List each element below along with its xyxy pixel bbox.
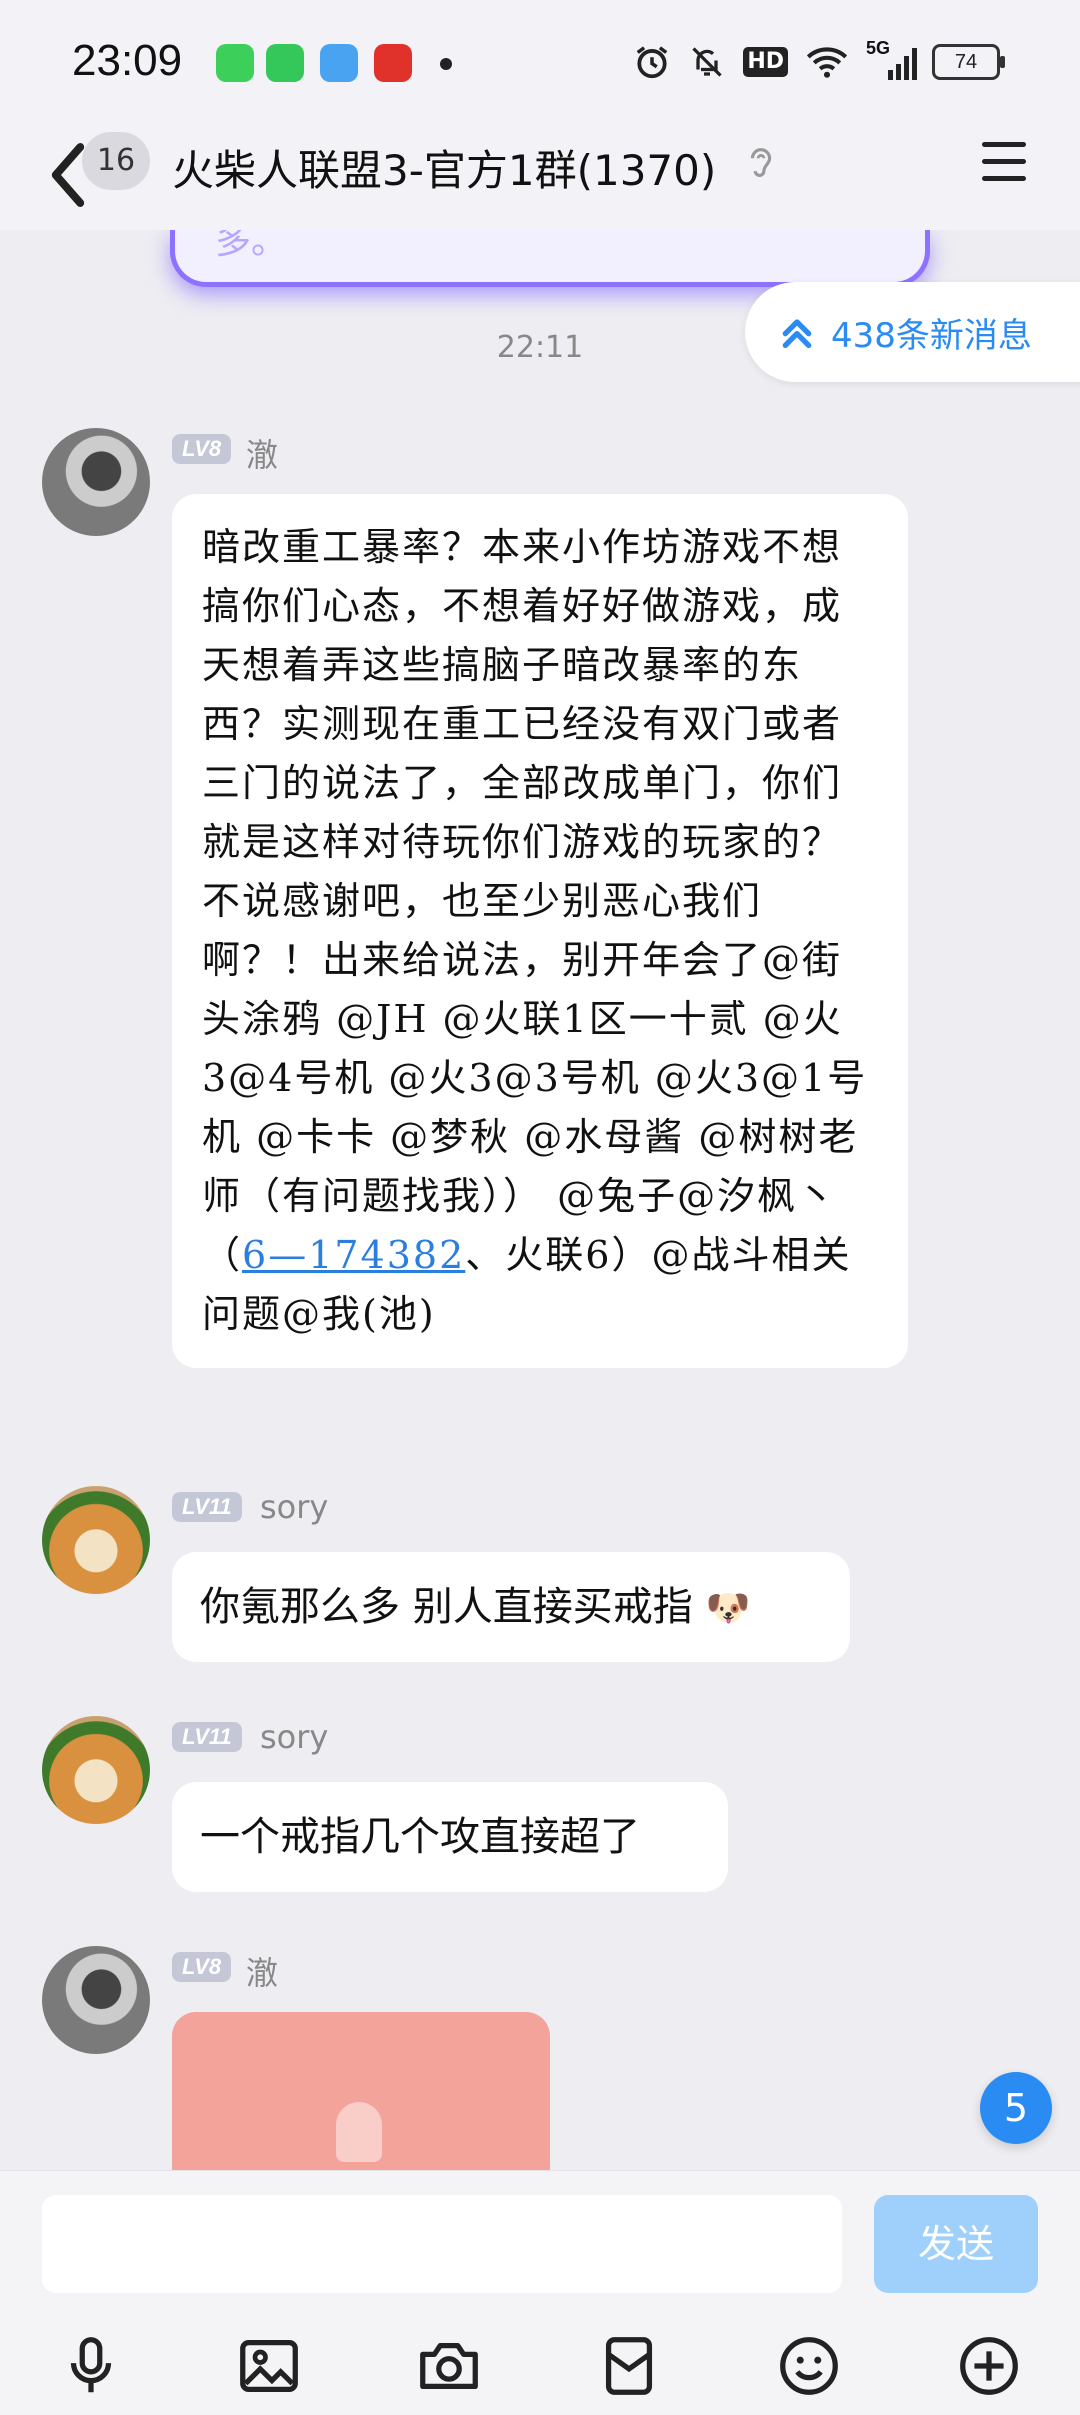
- app-notification-icon: [216, 44, 254, 82]
- signal-icon: 5G: [866, 38, 917, 82]
- avatar[interactable]: [42, 1716, 150, 1824]
- battery-icon: 74: [932, 44, 1005, 80]
- sender-name[interactable]: 澈: [246, 1948, 278, 1994]
- message-link[interactable]: 6—174382: [242, 1233, 465, 1277]
- camera-icon[interactable]: [414, 2331, 484, 2401]
- image-icon[interactable]: [234, 2331, 304, 2401]
- chat-title[interactable]: 火柴人联盟3-官方1群(1370): [172, 137, 716, 198]
- shop-notification-icon: [374, 44, 412, 82]
- penguin-logo-icon: [336, 2102, 382, 2162]
- previous-message-bubble: 多。: [170, 221, 930, 287]
- unread-count-badge[interactable]: 16: [82, 132, 150, 190]
- alarm-icon: [637, 46, 668, 79]
- dog-emoji-icon: 🐶: [705, 1588, 751, 1629]
- message-bubble[interactable]: 暗改重工暴率？本来小作坊游戏不想搞你们心态，不想着好好做游戏，成天想着弄这些搞脑…: [172, 494, 908, 1368]
- avatar[interactable]: [42, 428, 150, 536]
- input-area: 发送: [0, 2170, 1080, 2415]
- status-icons: HD 5G 74: [633, 38, 1005, 84]
- more-notifications-dot: [440, 58, 452, 70]
- level-badge: LV11: [172, 1492, 242, 1522]
- message-text: 你氪那么多 别人直接买戒指: [200, 1584, 693, 1630]
- send-button[interactable]: 发送: [874, 2195, 1038, 2293]
- status-time: 23:09: [72, 36, 183, 85]
- sender-name[interactable]: 澈: [246, 430, 278, 476]
- avatar[interactable]: [42, 1486, 150, 1594]
- level-badge: LV8: [172, 434, 232, 464]
- menu-icon[interactable]: [982, 142, 1026, 182]
- message-bubble[interactable]: 你氪那么多 别人直接买戒指 🐶: [172, 1552, 850, 1662]
- new-messages-label: 438条新消息: [831, 315, 1032, 356]
- avatar[interactable]: [42, 1946, 150, 2054]
- ear-icon[interactable]: [746, 144, 776, 184]
- emoji-icon[interactable]: [774, 2331, 844, 2401]
- message-input[interactable]: [42, 2195, 842, 2293]
- message-notification-icon: [266, 44, 304, 82]
- red-packet-icon[interactable]: [594, 2331, 664, 2401]
- mute-icon: [692, 47, 722, 77]
- message-list[interactable]: 多。 438条新消息 22:11 LV8 澈 暗改重工暴率？本来小作坊游戏不想搞…: [0, 221, 1080, 2172]
- sender-name[interactable]: sory: [260, 1718, 328, 1756]
- sender-name[interactable]: sory: [260, 1488, 328, 1526]
- new-messages-button[interactable]: 438条新消息: [745, 282, 1080, 382]
- microphone-icon[interactable]: [56, 2331, 126, 2401]
- level-badge: LV11: [172, 1722, 242, 1752]
- double-chevron-up-icon: [782, 319, 812, 348]
- message-text: 暗改重工暴率？本来小作坊游戏不想搞你们心态，不想着好好做游戏，成天想着弄这些搞脑…: [202, 525, 868, 1277]
- message-bubble[interactable]: 一个戒指几个攻直接超了: [172, 1782, 728, 1892]
- input-toolbar: [0, 2321, 1080, 2411]
- message-text: 一个戒指几个攻直接超了: [200, 1814, 640, 1860]
- plus-icon[interactable]: [954, 2331, 1024, 2401]
- hd-icon: HD: [743, 47, 788, 77]
- weather-notification-icon: [320, 44, 358, 82]
- level-badge: LV8: [172, 1952, 232, 1982]
- unread-mentions-badge[interactable]: 5: [980, 2072, 1052, 2144]
- wifi-icon: [806, 47, 848, 78]
- network-type-label: 5G: [866, 38, 891, 58]
- status-bar: 23:09 HD 5G 74: [0, 0, 1080, 130]
- red-packet-card[interactable]: [172, 2012, 550, 2172]
